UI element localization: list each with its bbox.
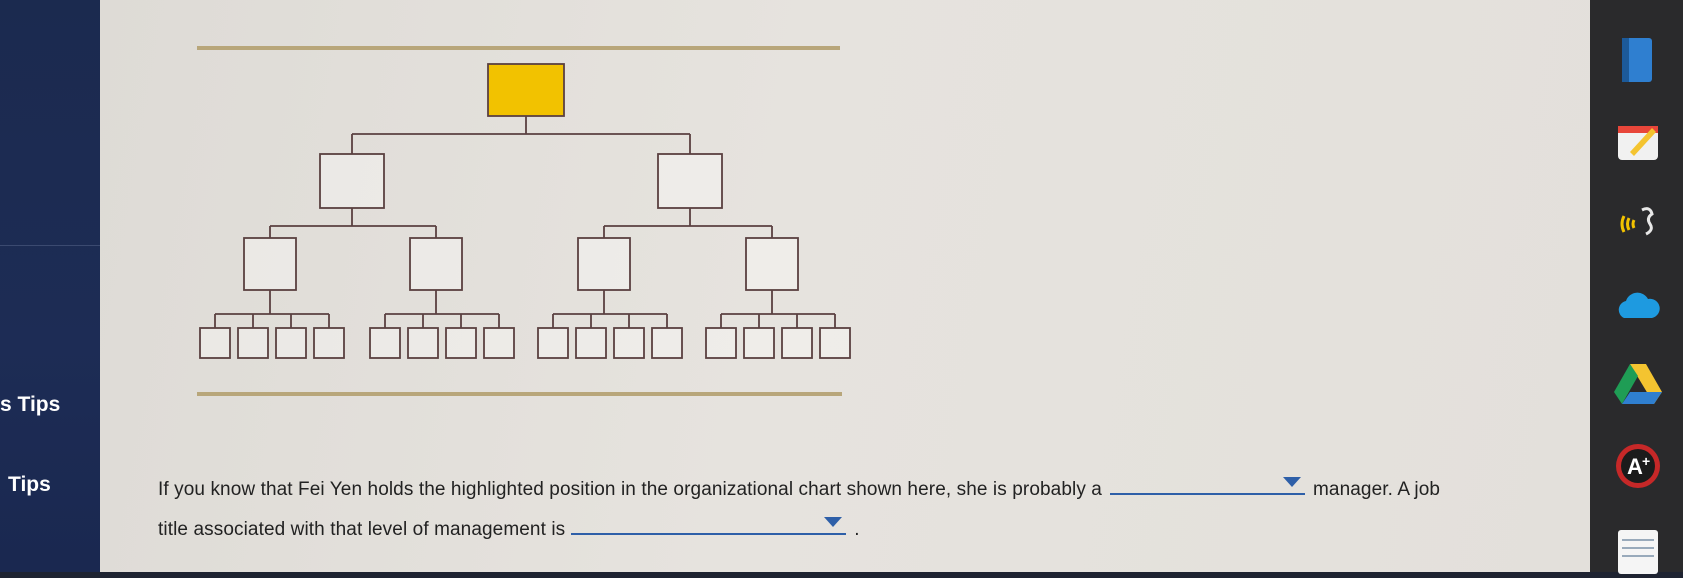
book-icon[interactable] (1612, 34, 1664, 86)
org-box-level4 (313, 327, 345, 359)
org-box-top-highlighted (487, 63, 565, 117)
question-text: If you know that Fei Yen holds the highl… (158, 470, 1658, 550)
org-box-level2 (319, 153, 385, 209)
notepad-icon[interactable] (1612, 116, 1664, 168)
chevron-down-icon (824, 517, 843, 527)
sidebar: s Tips Tips (0, 0, 100, 572)
aplus-icon[interactable]: A + (1612, 440, 1664, 492)
question-part-4: . (854, 519, 860, 540)
org-box-level4 (407, 327, 439, 359)
org-box-level3 (745, 237, 799, 291)
org-box-level3 (243, 237, 297, 291)
org-box-level4 (237, 327, 269, 359)
cloud-icon[interactable] (1612, 280, 1664, 332)
org-box-level4 (199, 327, 231, 359)
org-box-level4 (275, 327, 307, 359)
org-box-level4 (705, 327, 737, 359)
chevron-down-icon (1282, 477, 1301, 487)
question-part-3: title associated with that level of mana… (158, 519, 566, 540)
svg-text:A: A (1627, 454, 1643, 479)
org-box-level4 (651, 327, 683, 359)
org-box-level4 (445, 327, 477, 359)
org-box-level4 (369, 327, 401, 359)
org-box-level2 (657, 153, 723, 209)
org-box-level4 (743, 327, 775, 359)
svg-text:+: + (1642, 453, 1650, 469)
org-box-level4 (819, 327, 851, 359)
sidebar-divider (0, 245, 100, 246)
org-box-level4 (537, 327, 569, 359)
org-box-level4 (613, 327, 645, 359)
speech-icon[interactable] (1612, 196, 1664, 248)
job-title-dropdown[interactable] (571, 511, 847, 535)
org-box-level3 (409, 237, 463, 291)
sidebar-item-tips-b[interactable]: Tips (8, 473, 51, 497)
app-dock: A + (1590, 0, 1683, 574)
notes-icon[interactable] (1612, 526, 1664, 578)
question-part-1: If you know that Fei Yen holds the highl… (158, 479, 1102, 500)
question-part-2: manager. A job (1312, 479, 1441, 500)
question-panel: If you know that Fei Yen holds the highl… (100, 0, 1590, 572)
org-box-level4 (575, 327, 607, 359)
drive-icon[interactable] (1612, 358, 1664, 410)
org-box-level4 (483, 327, 515, 359)
org-box-level4 (781, 327, 813, 359)
sidebar-item-tips-a[interactable]: s Tips (0, 393, 60, 417)
management-level-dropdown[interactable] (1109, 471, 1305, 495)
org-box-level3 (577, 237, 631, 291)
org-chart (197, 46, 851, 396)
